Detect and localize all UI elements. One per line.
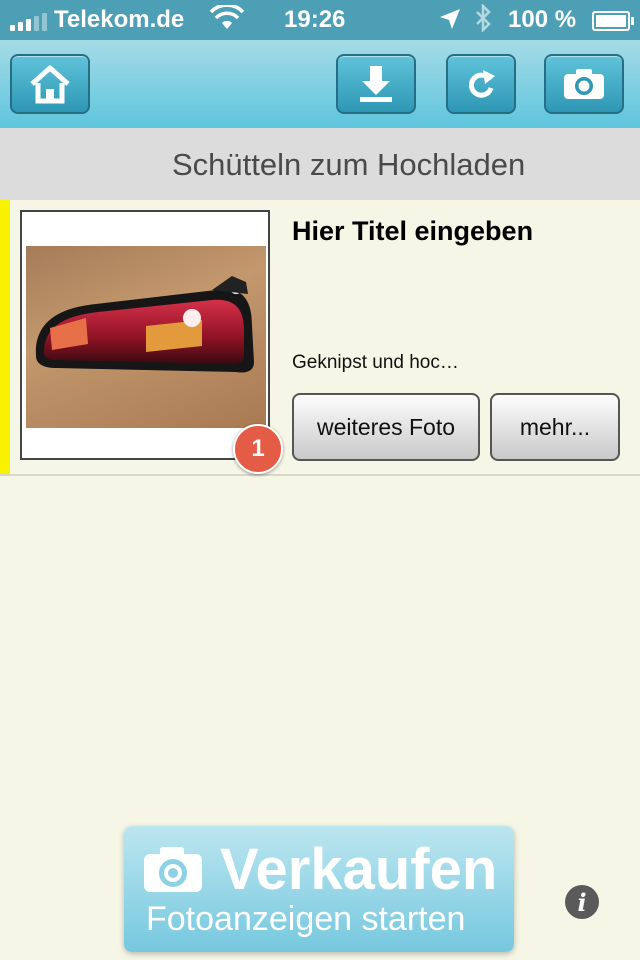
refresh-icon (468, 70, 495, 98)
shake-to-upload-banner: Schütteln zum Hochladen (0, 128, 640, 200)
item-status-text: Geknipst und hoc… (292, 352, 459, 373)
list-item[interactable]: Hier Titel eingeben Geknipst und hoc… we… (0, 200, 640, 476)
item-status-stripe (0, 200, 10, 474)
item-photo (26, 246, 266, 428)
camera-icon (564, 69, 604, 99)
item-thumbnail[interactable] (20, 210, 270, 460)
camera-button[interactable] (544, 54, 624, 114)
bluetooth-icon (474, 2, 492, 39)
sell-button-title: Verkaufen (220, 837, 498, 902)
camera-icon (142, 844, 204, 899)
more-button[interactable]: mehr... (490, 393, 620, 461)
download-icon (360, 66, 392, 102)
location-arrow-icon (438, 7, 462, 38)
home-button[interactable] (10, 54, 90, 114)
item-title[interactable]: Hier Titel eingeben (292, 216, 533, 247)
info-icon[interactable]: i (565, 885, 599, 919)
signal-strength-icon (10, 13, 47, 31)
sell-button-subtitle: Fotoanzeigen starten (146, 900, 466, 938)
battery-icon (592, 11, 634, 31)
shake-to-upload-text: Schütteln zum Hochladen (172, 147, 526, 182)
refresh-button[interactable] (446, 54, 516, 114)
wifi-icon (209, 3, 245, 38)
status-bar: Telekom.de 19:26 100 % (0, 0, 640, 40)
sell-button[interactable]: Verkaufen Fotoanzeigen starten (124, 826, 514, 952)
clock: 19:26 (284, 6, 346, 33)
home-icon (30, 65, 70, 104)
photo-count-badge: 1 (233, 424, 283, 474)
toolbar (0, 40, 640, 129)
download-button[interactable] (336, 54, 416, 114)
battery-percent: 100 % (508, 6, 577, 33)
carrier-name: Telekom.de (54, 6, 185, 33)
add-photo-button[interactable]: weiteres Foto (292, 393, 480, 461)
